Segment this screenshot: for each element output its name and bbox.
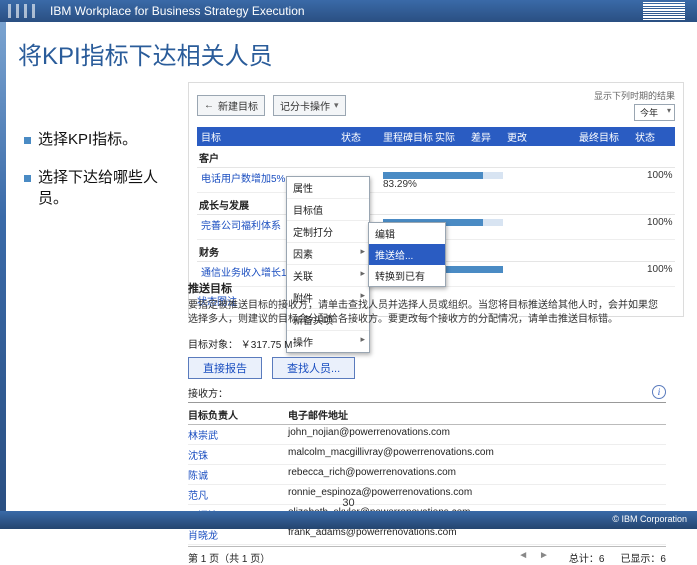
recipients-subhead: 接收方： i [188,385,666,403]
chevron-right-icon: ▸ [360,246,365,257]
slide-topbar: IBM Workplace for Business Strategy Exec… [0,0,697,22]
recipients-desc: 要指定被推送目标的接收方，请单击查找人员并选择人员或组织。当您将目标推送给其他人… [188,299,666,326]
col-owner: 目标负责人 [188,407,288,422]
pager-arrows[interactable]: ◄ ► [518,550,553,565]
submenu-item-edit[interactable]: 编辑 [369,223,445,244]
ibm-logo-icon [643,2,685,20]
slide-footbar: © IBM Corporation [0,511,697,529]
progress-bar [383,172,503,179]
new-goal-button[interactable]: ← 新建目标 [197,95,265,116]
period-select[interactable]: 今年 [634,104,675,121]
list-item: 范凡 ronnie_espinoza@powerrenovations.com [188,485,666,505]
pager: 第 1 页（共 1 页） ◄ ► 总计：6 已显示：6 [188,546,666,565]
col-status2: 状态 [635,129,671,144]
recipient-email: rebecca_rich@powerrenovations.com [288,467,666,482]
period-label: 显示下列时期的结果 [594,89,675,102]
pager-page: 第 1 页（共 1 页） [188,550,270,565]
menu-item-target-value[interactable]: 目标值 [287,199,369,221]
scorecard-ops-button[interactable]: 记分卡操作▾ [273,95,346,116]
menu-item-properties[interactable]: 属性 [287,177,369,199]
direct-report-button[interactable]: 直接报告 [188,357,262,379]
target-amount: 目标对象： ￥317.75 M [188,336,666,351]
copyright: © IBM Corporation [612,514,687,524]
info-icon[interactable]: i [652,385,666,399]
col-actual: 实际 [435,129,471,144]
recipient-email: malcolm_macgillivray@powerrenovations.co… [288,447,666,462]
recipients-columns: 目标负责人 电子邮件地址 [188,405,666,425]
submenu-item-push-to[interactable]: 推送给... [369,244,445,265]
recipient-name[interactable]: 沈铢 [188,447,288,462]
recipients-heading: 推送目标 [188,280,666,296]
recipient-email: john_nojian@powerrenovations.com [288,427,666,442]
scorecard-header-row: 目标 状态 里程碑目标 实际 差异 更改 最终目标 状态 [197,127,675,146]
recipient-action-bar: 直接报告 查找人员... [188,357,666,379]
pager-total: 总计：6 [569,550,605,565]
menu-item-custom-score[interactable]: 定制打分 [287,221,369,243]
pager-shown: 已显示：6 [620,550,666,565]
context-submenu: 编辑 推送给... 转换到已有 [368,222,446,287]
left-accent-rail [0,22,6,512]
recipient-name[interactable]: 林崇武 [188,427,288,442]
topbar-title: IBM Workplace for Business Strategy Exec… [50,4,305,18]
section-growth: 成长与发展 [197,193,675,215]
list-item: 陈诚 rebecca_rich@powerrenovations.com [188,465,666,485]
slide-title: 将KPI指标下达相关人员 [0,22,697,79]
list-item: 林崇武 john_nojian@powerrenovations.com [188,425,666,445]
col-goal: 目标 [201,129,341,144]
recipient-name[interactable]: 范凡 [188,487,288,502]
section-customer: 客户 [197,146,675,168]
recipient-name[interactable]: 陈诚 [188,467,288,482]
list-item: 沈铢 malcolm_macgillivray@powerrenovations… [188,445,666,465]
col-final: 最终目标 [579,129,635,144]
menu-item-factors[interactable]: 因素▸ [287,243,369,265]
bullet-2: 选择下达给哪些人员。 [24,168,164,209]
col-milestone: 里程碑目标 [383,129,435,144]
col-email: 电子邮件地址 [288,407,666,422]
col-change: 更改 [507,129,543,144]
bullet-1: 选择KPI指标。 [24,130,164,150]
bullet-list: 选择KPI指标。 选择下达给哪些人员。 [24,130,164,227]
table-row[interactable]: 电话用户数增加5% 83.29% 100% [197,168,675,193]
slide-page-number: 30 [342,497,354,509]
scorecard-toolbar: ← 新建目标 记分卡操作▾ 显示下列时期的结果 今年 [197,89,675,121]
col-status: 状态 [341,129,383,144]
chevron-right-icon: ▸ [360,268,365,279]
topbar-squares [8,4,38,18]
recipient-name[interactable]: 肖晓龙 [188,527,288,542]
col-variance: 差异 [471,129,507,144]
chevron-down-icon: ▾ [334,100,339,111]
find-people-button[interactable]: 查找人员... [272,357,355,379]
recipient-email: frank_adams@powerrenovations.com [288,527,666,542]
period-filter: 显示下列时期的结果 今年 [594,89,675,121]
